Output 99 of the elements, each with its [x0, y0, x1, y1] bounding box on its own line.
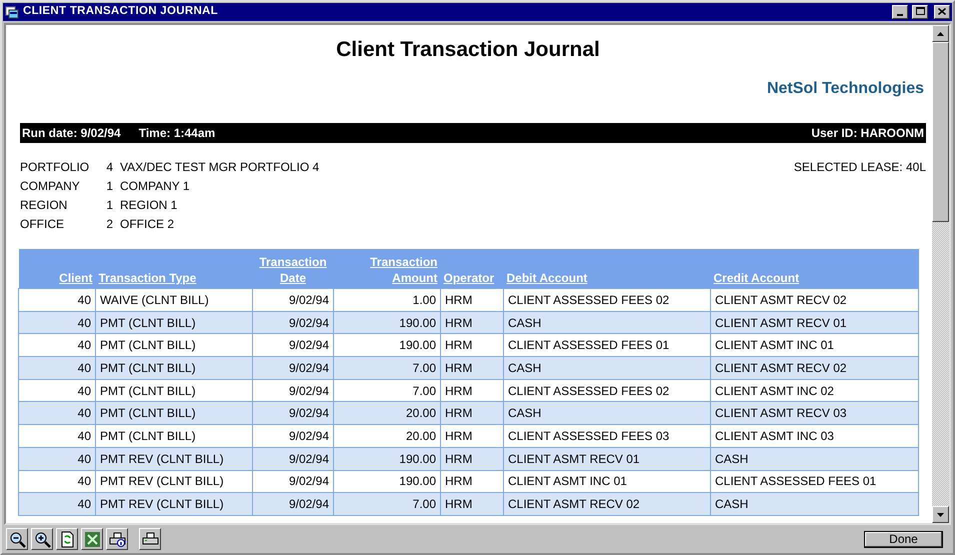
table-cell: CLIENT ASMT RECV 01: [504, 447, 710, 470]
scroll-up-button[interactable]: [932, 25, 949, 42]
filter-value: REGION 1: [120, 196, 178, 212]
close-icon: [938, 8, 946, 14]
table-cell: CLIENT ASMT RECV 02: [710, 288, 918, 312]
table-cell: PMT (CLNT BILL): [96, 356, 252, 380]
table-cell: HRM: [440, 288, 504, 312]
up-arrow-icon: [937, 32, 944, 36]
table-cell: CLIENT ASMT INC 03: [710, 424, 918, 448]
filter-code: 1: [105, 178, 114, 194]
filter-code: 1: [105, 196, 114, 212]
filter-code: 4: [105, 158, 114, 174]
filter-value: COMPANY 1: [120, 178, 191, 194]
table-cell: 9/02/94: [252, 356, 334, 380]
table-cell: 40: [18, 492, 96, 516]
table-cell: HRM: [440, 311, 504, 334]
table-cell: CLIENT ASMT RECV 02: [504, 492, 710, 516]
window-title: CLIENT TRANSACTION JOURNAL: [23, 4, 219, 20]
spreadsheet-button[interactable]: [81, 528, 103, 550]
report-title: Client Transaction Journal: [335, 37, 601, 63]
filter-value: OFFICE 2: [120, 216, 176, 232]
table-cell: CASH: [504, 311, 710, 334]
table-cell: CASH: [710, 492, 918, 516]
filter-label: PORTFOLIO: [20, 158, 90, 174]
table-cell: HRM: [440, 402, 504, 425]
table-cell: CLIENT ASMT RECV 01: [710, 311, 918, 334]
table-cell: 190.00: [334, 311, 440, 334]
table-cell: CLIENT ASSESSED FEES 03: [504, 424, 710, 448]
table-cell: 20.00: [334, 402, 440, 425]
table-cell: 40: [18, 311, 96, 334]
zoom-out-button[interactable]: [6, 528, 28, 550]
filter-value: VAX/DEC TEST MGR PORTFOLIO 4: [120, 158, 320, 174]
table-cell: 40: [18, 402, 96, 425]
printer-icon: [142, 530, 158, 548]
refresh-button[interactable]: [56, 528, 78, 550]
table-cell: 190.00: [334, 447, 440, 470]
column-header-link[interactable]: Operator: [440, 248, 504, 288]
table-cell: 40: [18, 356, 96, 380]
scroll-thumb[interactable]: [932, 42, 949, 222]
filter-label: REGION: [20, 196, 68, 212]
done-button[interactable]: Done: [864, 530, 943, 548]
table-cell: CLIENT ASMT RECV 02: [710, 356, 918, 380]
table-cell: 9/02/94: [252, 311, 334, 334]
table-cell: 40: [18, 424, 96, 448]
table-cell: CASH: [710, 447, 918, 470]
refresh-icon: [58, 530, 76, 548]
run-time: Time: 1:44am: [138, 124, 216, 142]
column-header-link[interactable]: Transaction Amount: [334, 248, 440, 288]
table-cell: 1.00: [334, 288, 440, 312]
table-cell: HRM: [440, 424, 504, 448]
zoom-in-icon: [34, 530, 50, 548]
print-button[interactable]: [139, 528, 161, 550]
table-cell: WAIVE (CLNT BILL): [96, 288, 252, 312]
print-info-button[interactable]: [106, 528, 128, 550]
column-header-link[interactable]: Transaction Type: [96, 248, 252, 288]
table-cell: 9/02/94: [252, 288, 334, 312]
table-cell: 7.00: [334, 492, 440, 516]
table-cell: CASH: [504, 402, 710, 425]
table-cell: 9/02/94: [252, 447, 334, 470]
minimize-icon: [897, 14, 903, 16]
table-cell: PMT (CLNT BILL): [96, 424, 252, 448]
table-cell: CLIENT ASMT RECV 03: [710, 402, 918, 425]
table-cell: 9/02/94: [252, 402, 334, 425]
column-header-link[interactable]: Debit Account: [504, 248, 710, 288]
table-cell: 9/02/94: [252, 424, 334, 448]
column-header-link[interactable]: Transaction Date: [252, 248, 334, 288]
down-arrow-icon: [937, 512, 944, 516]
selected-lease: SELECTED LEASE: 40L: [794, 158, 926, 174]
company-logo: NetSol Technologies: [766, 78, 924, 98]
table-cell: 40: [18, 447, 96, 470]
table-cell: HRM: [440, 447, 504, 470]
maximize-button[interactable]: [912, 5, 928, 19]
table-cell: 9/02/94: [252, 492, 334, 516]
scroll-down-button[interactable]: [932, 506, 949, 523]
column-header-link[interactable]: Client: [18, 248, 96, 288]
table-cell: 40: [18, 288, 96, 312]
maximize-icon: [916, 7, 924, 15]
filter-code: 2: [105, 216, 114, 232]
zoom-out-icon: [8, 530, 26, 548]
table-cell: 7.00: [334, 356, 440, 380]
table-cell: PMT REV (CLNT BILL): [96, 447, 252, 470]
filter-label: OFFICE: [20, 216, 65, 232]
filter-label: COMPANY: [20, 178, 81, 194]
user-id: User ID: HAROONM: [811, 124, 924, 142]
table-cell: PMT (CLNT BILL): [96, 311, 252, 334]
column-header-link[interactable]: Credit Account: [710, 248, 918, 288]
table-cell: CASH: [504, 356, 710, 380]
close-button[interactable]: [934, 5, 950, 19]
table-cell: HRM: [440, 492, 504, 516]
minimize-button[interactable]: [892, 5, 908, 19]
table-cell: PMT (CLNT BILL): [96, 402, 252, 425]
table-cell: 20.00: [334, 424, 440, 448]
run-date: Run date: 9/02/94: [22, 124, 121, 142]
printer-info-icon: [108, 530, 126, 548]
table-cell: CLIENT ASSESSED FEES 02: [504, 288, 710, 312]
spreadsheet-icon: [84, 530, 100, 548]
zoom-in-button[interactable]: [31, 528, 53, 550]
table-cell: PMT REV (CLNT BILL): [96, 492, 252, 516]
table-cell: HRM: [440, 356, 504, 380]
